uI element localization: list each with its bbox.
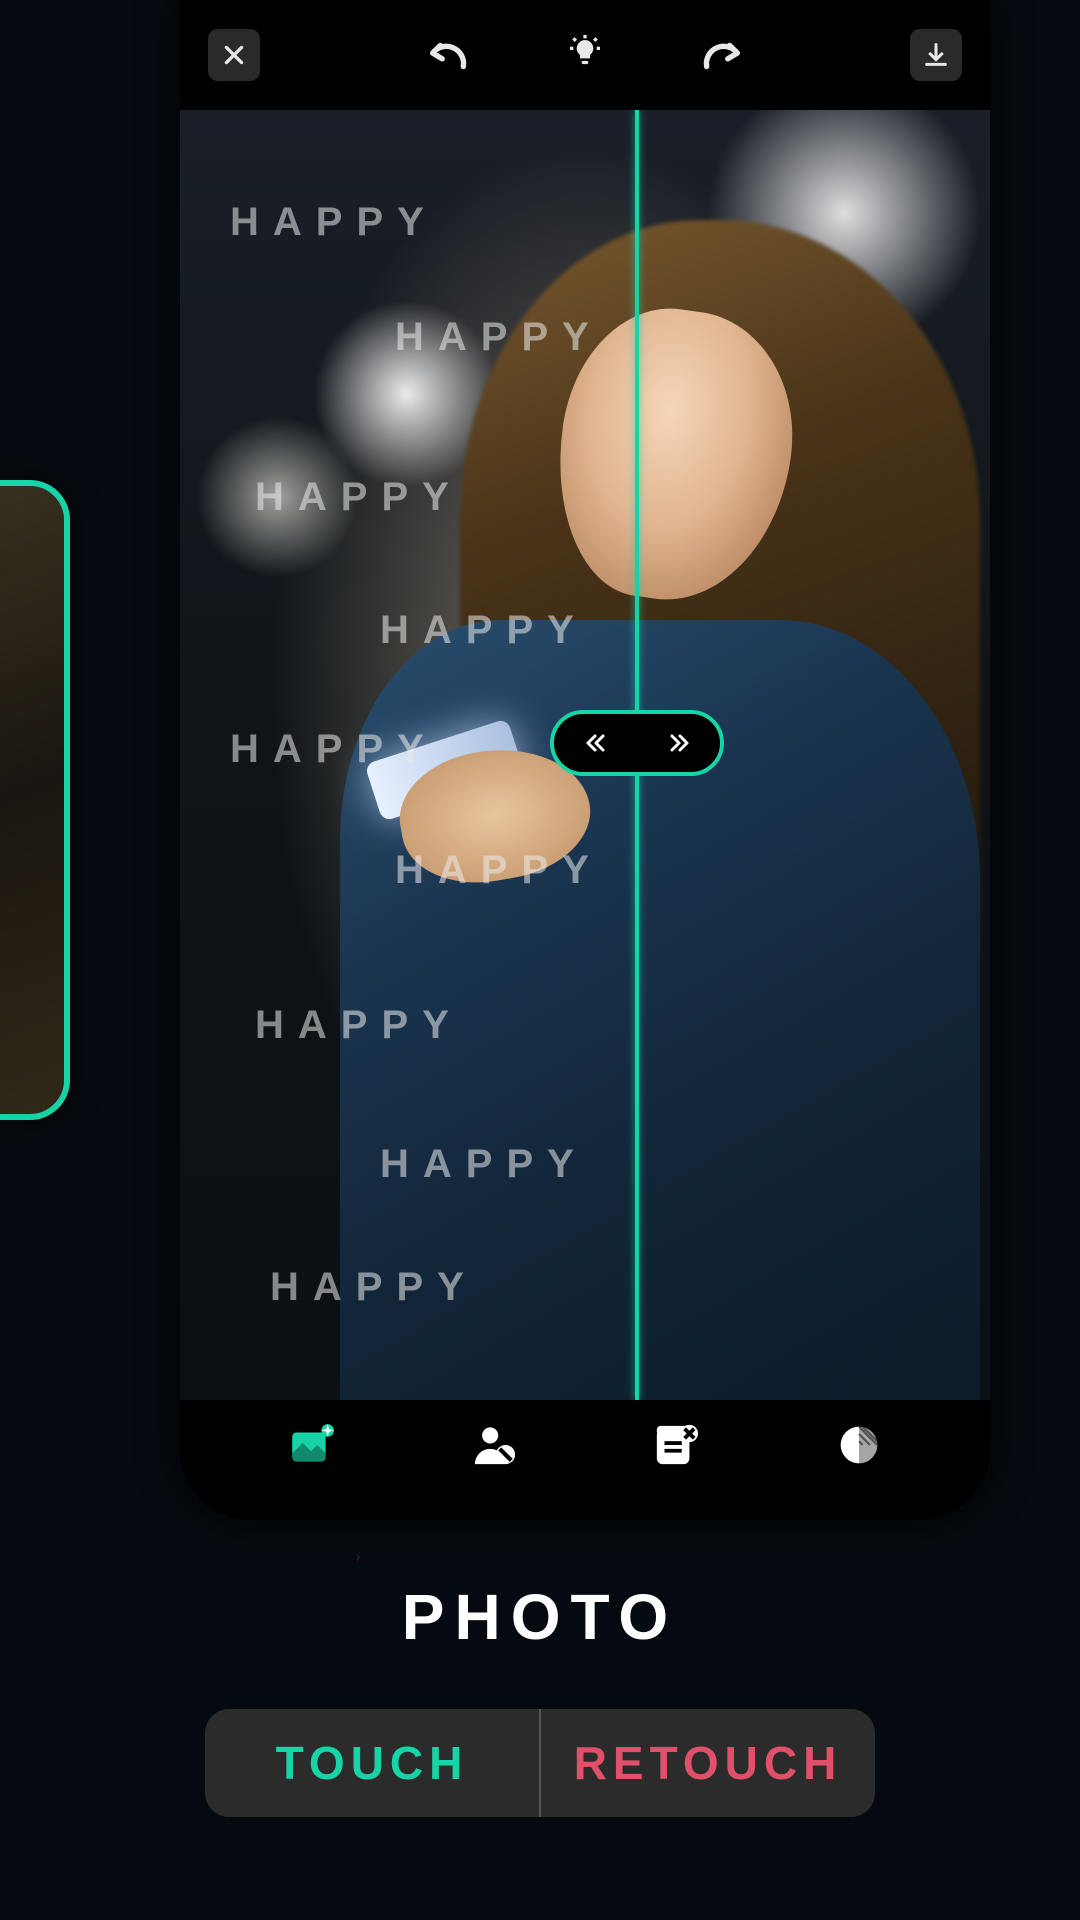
bottom-tab-bar [180,1400,990,1520]
download-icon [922,41,950,69]
promo-block: PHOTO TOUCH RETOUCH [0,1580,1080,1817]
tab-filter[interactable] [829,1415,889,1475]
promo-segmented: TOUCH RETOUCH [205,1709,875,1817]
chevrons-right-icon [665,731,693,755]
promo-title: PHOTO [402,1580,678,1654]
watermark-text[interactable]: HAPPY [380,608,588,653]
tab-enhance[interactable] [281,1415,341,1475]
photo-enhance-icon [286,1420,336,1470]
undo-button[interactable] [422,29,474,81]
segment-touch[interactable]: TOUCH [205,1709,541,1817]
close-icon [221,42,247,68]
person-remove-icon [471,1422,517,1468]
undo-icon [425,38,471,72]
side-preview-thumb[interactable] [0,480,70,1120]
redo-button[interactable] [696,29,748,81]
segment-retouch[interactable]: RETOUCH [541,1709,875,1817]
watermark-text[interactable]: HAPPY [230,200,438,245]
editor-toolbar [180,0,990,110]
chevrons-left-icon [582,731,610,755]
download-button[interactable] [910,29,962,81]
compare-slider-handle[interactable] [550,710,724,776]
lightbulb-icon [565,35,605,75]
phone-frame: HAPPY HAPPY HAPPY HAPPY HAPPY HAPPY HAPPY HAPPY… [180,0,990,1520]
tab-portrait[interactable] [464,1415,524,1475]
close-button[interactable] [208,29,260,81]
editor-canvas[interactable]: HAPPY HAPPY HAPPY HAPPY HAPPY HAPPY HAPPY HAPPY… [180,110,990,1400]
tab-objects[interactable] [646,1415,706,1475]
list-remove-icon [653,1422,699,1468]
contrast-circle-icon [837,1423,881,1467]
tips-button[interactable] [559,29,611,81]
photo-subject [340,190,950,1400]
watermark-text[interactable]: HAPPY [255,475,463,520]
watermark-text[interactable]: HAPPY [395,315,603,360]
watermark-text[interactable]: HAPPY [380,1142,588,1187]
redo-icon [699,38,745,72]
watermark-text[interactable]: HAPPY [270,1265,478,1310]
watermark-text[interactable]: HAPPY [255,1003,463,1048]
watermark-text[interactable]: HAPPY [395,848,603,893]
watermark-text[interactable]: HAPPY [230,727,438,772]
